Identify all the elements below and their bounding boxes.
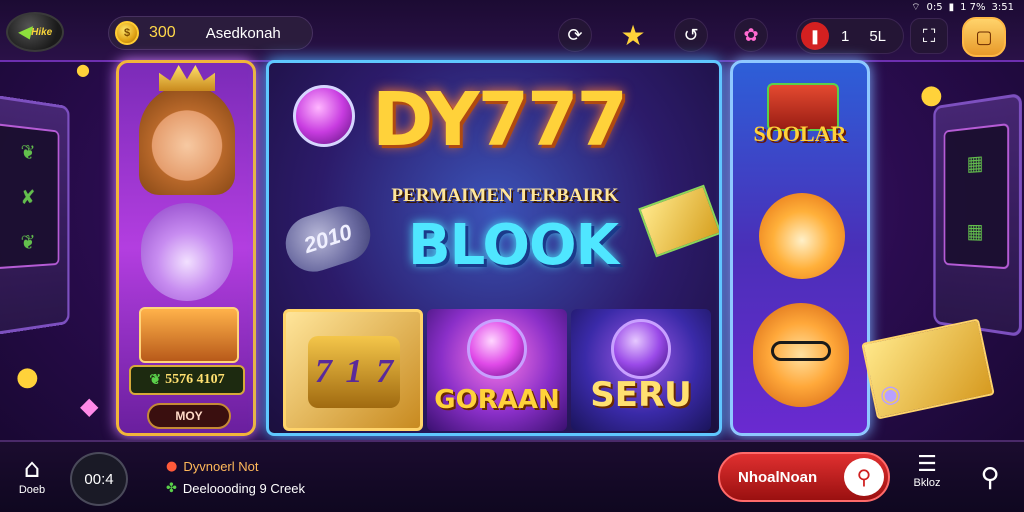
refresh-icon[interactable]: ↺: [674, 18, 708, 52]
reel-digit: 1: [345, 353, 363, 390]
news-feed[interactable]: ● Dyvnoerl Not ✤ Deeloooding 9 Creek: [166, 456, 305, 500]
glasses-icon: [771, 341, 831, 361]
fullscreen-icon[interactable]: ⛶: [910, 18, 948, 54]
leaf-icon: ❦: [20, 230, 36, 255]
signal-icon: ▮: [948, 1, 955, 13]
wifi-icon: ⌔: [911, 1, 921, 13]
spin-icon[interactable]: ⟳: [558, 18, 592, 52]
leaf-icon: ❦: [20, 138, 36, 165]
apple-icon: ●: [166, 459, 178, 474]
back-label: Hike: [31, 26, 53, 38]
reel-digit: 7: [376, 353, 394, 390]
menu-button[interactable]: ▢: [962, 17, 1006, 57]
magnifier-icon: ⚲: [980, 463, 1000, 493]
fox-character: [759, 193, 845, 279]
username: Asedkonah: [205, 24, 281, 42]
news-line-2: Deeloooding 9 Creek: [182, 481, 306, 496]
right-promo-panel[interactable]: SOOLAR: [730, 60, 870, 436]
x-symbol-icon: ✘: [20, 184, 36, 210]
star-icon[interactable]: ★: [616, 18, 650, 52]
game-tile-seru[interactable]: SERU: [571, 309, 711, 431]
action-label: NhoalNoan: [738, 468, 818, 486]
gold-coin-icon: ●: [76, 60, 90, 79]
right-panel-label: SOOLAR: [753, 121, 847, 146]
left-panel-button[interactable]: MOY: [147, 403, 231, 429]
clock: 3:51: [991, 1, 1014, 13]
game-tile-slots[interactable]: 7 1 7: [283, 309, 423, 431]
heart-icon: ❚: [801, 22, 829, 50]
search-icon: ⚲: [844, 458, 884, 496]
tile-label: GORAAN: [434, 385, 560, 415]
crown-icon: [159, 65, 215, 91]
game-tile-goraan[interactable]: GORAAN: [427, 309, 567, 431]
gold-coin-icon: ●: [920, 80, 943, 110]
headline-word: BLOOK: [408, 213, 619, 278]
gold-coin-icon: ●: [16, 362, 39, 392]
bottom-bar: ⌂ Doeb 00:4 ● Dyvnoerl Not ✤ Deeloooding…: [0, 440, 1024, 512]
search-button[interactable]: ⚲: [966, 454, 1014, 502]
list-icon: ☰: [917, 452, 937, 477]
level-label: 5L: [869, 27, 887, 45]
timer-display[interactable]: 00:4: [70, 452, 128, 506]
main-banner[interactable]: DY777 PERMAIMEN TERBAIRK 2010 BLOOK 7 1 …: [266, 60, 722, 436]
back-arrow-icon: ◀: [17, 24, 31, 41]
status-left: 0:5: [926, 1, 943, 13]
tile-label: SERU: [590, 375, 692, 415]
gift-icon[interactable]: ✿: [734, 18, 768, 52]
gift-box-icon: [139, 307, 239, 363]
purple-orb-icon: [293, 85, 355, 147]
score-display: ❦ 5576 4107: [129, 365, 245, 395]
right-slot-screen: ▦ ▦: [943, 123, 1010, 270]
home-button[interactable]: ⌂ Doeb: [10, 454, 54, 510]
back-button[interactable]: ◀ Hike: [6, 12, 64, 52]
slot-reels: 7 1 7: [308, 336, 400, 408]
home-icon: ⌂: [23, 454, 41, 484]
orb-icon: [611, 319, 671, 379]
list-label: Bkloz: [913, 477, 941, 489]
lives-count: 1: [841, 27, 850, 45]
left-promo-panel[interactable]: ❦ 5576 4107 MOY: [116, 60, 256, 436]
queen-avatar: [139, 85, 235, 195]
top-bar: ⌔ 0:5 ▮ 1 7% 3:51 ◀ Hike $ 300 Asedkonah…: [0, 0, 1024, 62]
year-badge: 2010: [278, 199, 378, 279]
coin-icon: $: [115, 21, 139, 45]
gem-icon: ◆: [80, 392, 99, 420]
system-status-bar: ⌔ 0:5 ▮ 1 7% 3:51: [911, 0, 1014, 14]
right-slot-machine: ▦ ▦: [933, 92, 1022, 338]
tagline: PERMAIMEN TERBAIRK: [391, 185, 619, 206]
left-slot-machine: ❦ ✘ ❦: [0, 92, 70, 338]
grid-icon: ▦: [966, 150, 984, 176]
left-slot-screen: ❦ ✘ ❦: [0, 123, 60, 270]
clover-icon: ✤: [166, 481, 177, 496]
purple-cat-character: [141, 203, 233, 301]
search-action-button[interactable]: NhoalNoan ⚲: [718, 452, 890, 502]
news-line-1: Dyvnoerl Not: [183, 459, 259, 474]
brand-logo-text: DY777: [371, 77, 628, 163]
home-label: Doeb: [18, 484, 46, 496]
list-button[interactable]: ☰ Bkloz: [904, 452, 950, 506]
leaf-icon: ❦: [149, 372, 162, 388]
battery-text: 1 7%: [960, 1, 986, 13]
score-value: 5576 4107: [165, 372, 225, 387]
play-orb-icon[interactable]: ◉: [880, 380, 901, 408]
grid-icon: ▦: [966, 218, 984, 244]
coin-value: 300: [149, 24, 176, 41]
fox-with-glasses-character: [753, 303, 849, 407]
reel-digit: 7: [314, 353, 332, 390]
coin-balance-pill[interactable]: $ 300 Asedkonah: [108, 16, 313, 50]
orb-icon: [467, 319, 527, 379]
lives-level-pill[interactable]: ❚ 1 5L: [796, 18, 904, 54]
